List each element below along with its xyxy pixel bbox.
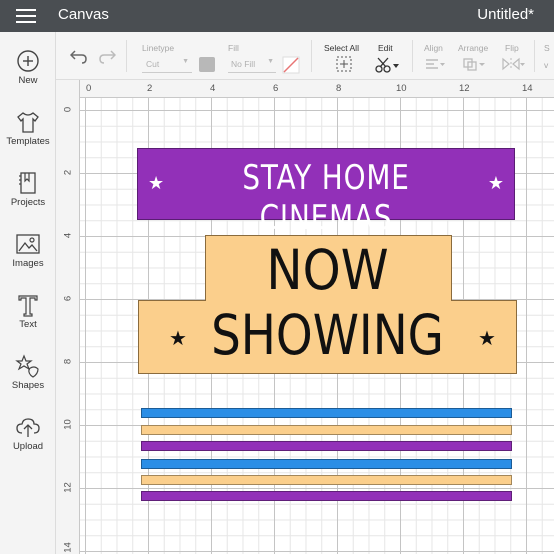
ruler-tick-label: 10 (396, 83, 407, 94)
stripe-orange[interactable] (141, 425, 512, 435)
edit-label: Edit (378, 43, 393, 53)
star-icon: ★ (169, 328, 187, 350)
toolbar-divider (534, 40, 535, 72)
app-title: Canvas (58, 6, 109, 23)
fill-value: No Fill (231, 59, 256, 69)
align-label: Align (424, 43, 443, 53)
linetype-color-swatch[interactable] (199, 57, 215, 72)
edit-scissors-icon[interactable] (374, 56, 400, 74)
linetype-value: Cut (146, 59, 160, 69)
marquee-line-now: NOW (266, 238, 389, 302)
ruler-tick-label: 14 (522, 83, 533, 94)
size-field-marker[interactable]: v (544, 60, 548, 70)
ruler-tick-label: 12 (62, 482, 74, 493)
fill-select[interactable]: No Fill ▼ (228, 58, 276, 73)
ruler-tick-label: 0 (86, 83, 92, 94)
align-icon[interactable] (424, 58, 446, 70)
ruler-tick-label: 12 (459, 83, 470, 94)
ruler-tick-label: 6 (62, 295, 74, 302)
sidebar-item-projects[interactable]: Projects (0, 166, 56, 222)
size-label: S (544, 43, 550, 53)
sidebar-item-label: Templates (6, 136, 50, 147)
ruler-tick-label: 4 (62, 232, 74, 239)
ruler-tick-label: 10 (62, 419, 74, 430)
ruler-tick-label: 6 (273, 83, 279, 94)
sidebar-item-new[interactable]: New (0, 44, 56, 100)
sidebar-item-label: Shapes (11, 380, 45, 391)
fill-label: Fill (228, 43, 239, 53)
linetype-label: Linetype (142, 43, 175, 53)
sidebar-item-label: Text (19, 319, 37, 330)
sidebar-item-label: Projects (10, 197, 46, 208)
hamburger-menu-icon[interactable] (14, 7, 38, 25)
banner-text: STAY HOME CINEMAS (242, 158, 410, 238)
ruler-tick-label: 2 (62, 169, 74, 176)
cloud-upload-icon (16, 418, 40, 437)
sidebar-item-label: New (18, 75, 38, 86)
sidebar-item-label: Images (12, 258, 44, 269)
document-title[interactable]: Untitled* (477, 6, 534, 23)
ruler-tick-label: 2 (147, 83, 153, 94)
ruler-vertical: 0 2 4 6 8 10 12 14 (56, 80, 80, 554)
sidebar-item-templates[interactable]: Templates (0, 105, 56, 161)
ruler-tick-label: 4 (210, 83, 216, 94)
flip-icon[interactable] (501, 57, 525, 71)
shapes-icon (15, 354, 39, 378)
toolbar-divider (412, 40, 413, 72)
ruler-horizontal: 0 2 4 6 8 10 12 14 (80, 80, 554, 98)
ruler-tick-label: 0 (62, 106, 74, 113)
text-t-icon (18, 295, 38, 317)
redo-icon[interactable] (98, 48, 116, 64)
sidebar-item-text[interactable]: Text (0, 288, 56, 344)
sidebar-item-upload[interactable]: Upload (0, 410, 56, 466)
bookmark-icon (19, 172, 36, 194)
toolbar-divider (311, 40, 312, 72)
image-icon (16, 234, 40, 254)
flip-label: Flip (505, 43, 519, 53)
edit-toolbar: Linetype Cut ▼ Fill No Fill ▼ Select All… (56, 32, 554, 80)
arrange-icon[interactable] (462, 57, 486, 71)
star-icon: ★ (148, 173, 165, 193)
toolbar-divider (126, 40, 127, 72)
fill-color-none-icon[interactable] (282, 56, 300, 74)
select-all-icon[interactable] (336, 56, 352, 72)
arrange-label: Arrange (458, 43, 489, 53)
star-icon: ★ (478, 328, 496, 350)
star-icon: ★ (487, 173, 504, 193)
stripe-orange[interactable] (141, 475, 512, 485)
cinema-banner[interactable]: ★ STAY HOME CINEMAS ★ (137, 148, 515, 238)
chevron-down-icon: ▼ (182, 58, 189, 65)
sidebar-item-label: Upload (12, 441, 44, 452)
stripe-blue[interactable] (141, 459, 512, 469)
ruler-tick-label: 14 (62, 542, 74, 553)
chevron-down-icon: ▼ (267, 58, 274, 65)
sidebar-item-shapes[interactable]: Shapes (0, 349, 56, 405)
stripe-purple[interactable] (141, 491, 512, 501)
select-all-label: Select All (324, 43, 359, 53)
sidebar-item-images[interactable]: Images (0, 227, 56, 283)
marquee-line-showing: SHOWING (211, 303, 444, 367)
stripe-blue[interactable] (141, 408, 512, 418)
plus-circle-icon (17, 50, 39, 72)
stripe-purple[interactable] (141, 441, 512, 451)
left-sidebar: New Templates Projects Images Text Shape… (0, 32, 56, 554)
undo-icon[interactable] (70, 48, 88, 64)
ruler-tick-label: 8 (336, 83, 342, 94)
ruler-tick-label: 8 (62, 358, 74, 365)
linetype-select[interactable]: Cut ▼ (142, 58, 192, 73)
tshirt-icon (17, 112, 39, 133)
top-bar: Canvas Untitled* (0, 0, 554, 32)
